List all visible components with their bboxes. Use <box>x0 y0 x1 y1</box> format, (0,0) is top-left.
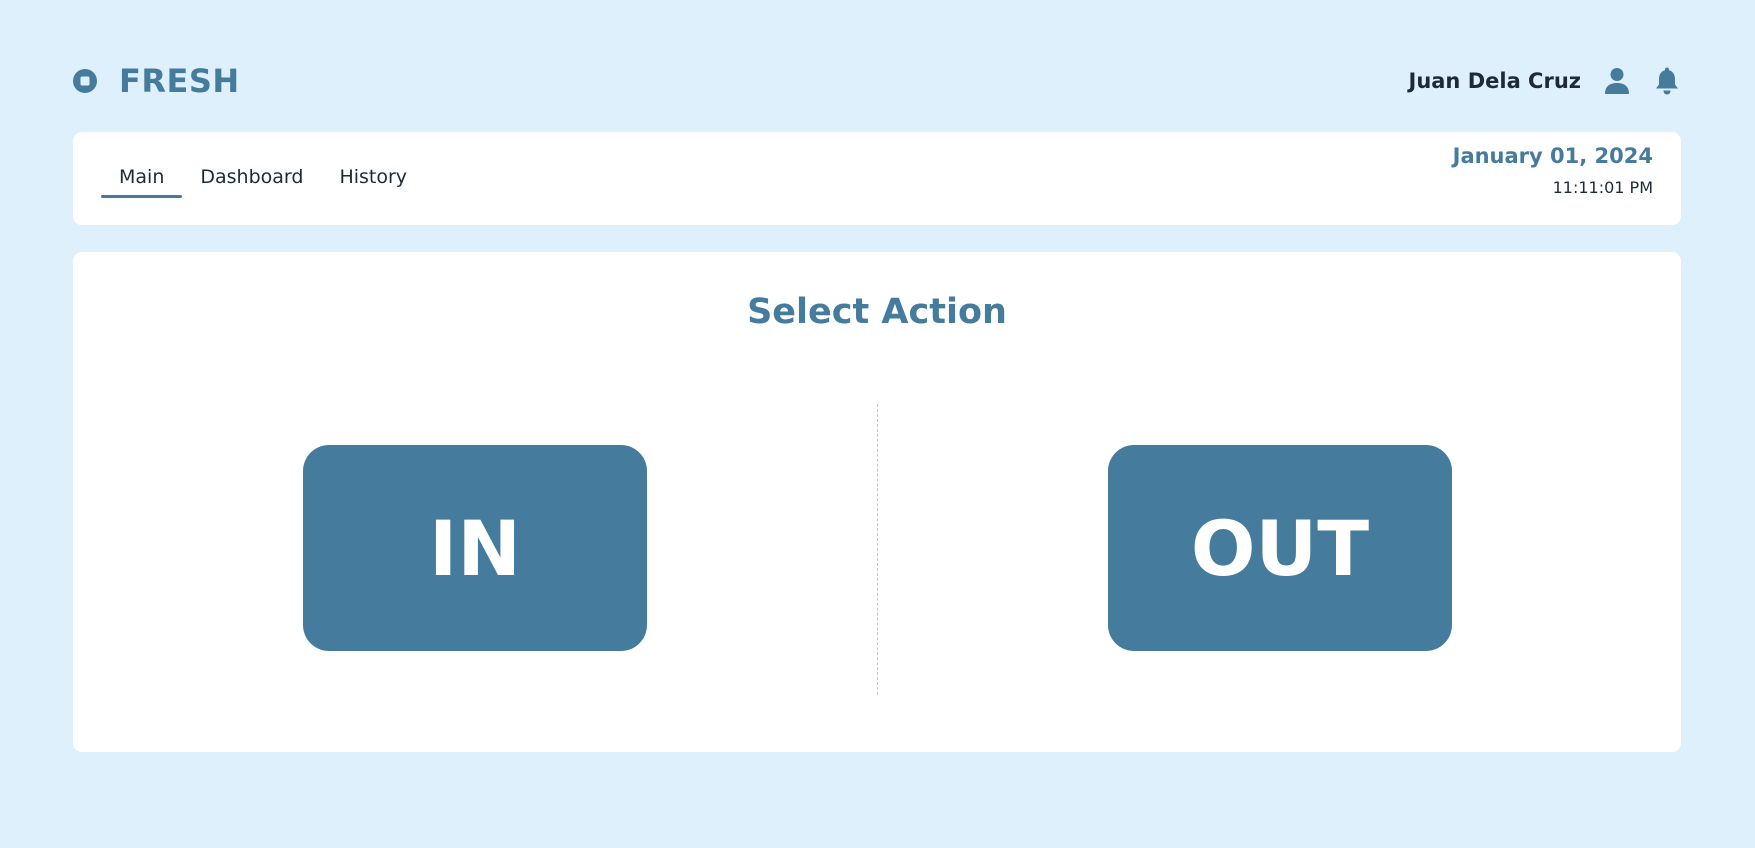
brand-name: FRESH <box>119 62 240 100</box>
divider <box>877 404 878 695</box>
datetime: January 01, 2024 11:11:01 PM <box>1453 144 1653 197</box>
nav-bar: Main Dashboard History January 01, 2024 … <box>73 132 1681 225</box>
user-area: Juan Dela Cruz <box>1409 60 1682 102</box>
bell-icon[interactable] <box>1653 66 1681 96</box>
action-panel: Select Action IN OUT <box>73 252 1681 752</box>
in-button[interactable]: IN <box>303 445 647 651</box>
current-time: 11:11:01 PM <box>1552 178 1653 197</box>
tab-list: Main Dashboard History <box>101 162 425 198</box>
user-name: Juan Dela Cruz <box>1408 69 1582 93</box>
tab-history[interactable]: History <box>321 162 425 198</box>
current-date: January 01, 2024 <box>1452 144 1653 168</box>
circle-logo-icon <box>73 69 97 93</box>
brand[interactable]: FRESH <box>73 60 240 102</box>
top-bar: FRESH Juan Dela Cruz <box>73 60 1681 102</box>
tab-dashboard[interactable]: Dashboard <box>182 162 321 198</box>
user-icon[interactable] <box>1603 66 1631 96</box>
out-button[interactable]: OUT <box>1108 445 1452 651</box>
tab-main[interactable]: Main <box>101 162 183 198</box>
page-title: Select Action <box>747 292 1007 332</box>
